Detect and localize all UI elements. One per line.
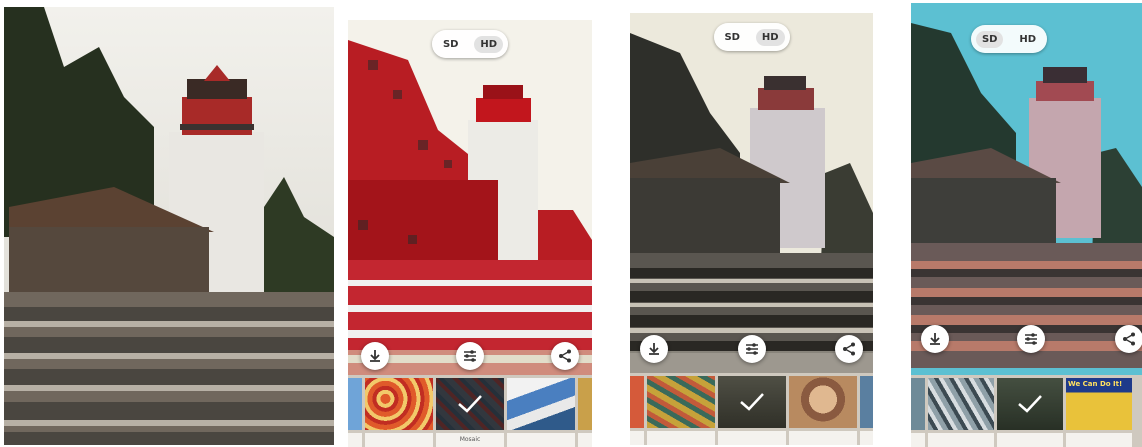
share-icon	[843, 342, 855, 356]
styled-panel-sketch: SD HD	[630, 13, 873, 445]
style-thumbnail-strip[interactable]: We Can Do It!	[911, 375, 1142, 447]
share-button[interactable]	[1115, 325, 1142, 353]
style-thumb[interactable]	[578, 378, 592, 447]
hd-option[interactable]: HD	[1013, 31, 1042, 48]
style-thumbnail-strip[interactable]: Mosaic	[348, 375, 592, 447]
hd-option[interactable]: HD	[755, 28, 785, 46]
quality-toggle[interactable]: SD HD	[971, 25, 1047, 53]
style-thumb-selected[interactable]	[718, 376, 786, 445]
download-icon	[930, 333, 940, 345]
original-photo-panel	[4, 7, 334, 445]
checkmark-icon	[997, 378, 1063, 430]
share-icon	[559, 349, 571, 363]
style-thumb-selected[interactable]: Mosaic	[436, 378, 504, 447]
share-button[interactable]	[835, 335, 863, 363]
quality-toggle[interactable]: SD HD	[432, 30, 508, 58]
download-button[interactable]	[640, 335, 668, 363]
style-thumb[interactable]	[928, 378, 994, 447]
style-thumb[interactable]	[507, 378, 575, 447]
download-icon	[370, 350, 380, 362]
checkmark-icon	[436, 378, 504, 430]
style-thumbnail-strip[interactable]	[630, 373, 873, 445]
styled-panel-cyan: SD HD We Can Do It!	[911, 3, 1142, 447]
sd-option[interactable]: SD	[718, 29, 746, 46]
hd-option[interactable]: HD	[474, 35, 504, 53]
style-thumb[interactable]	[348, 378, 362, 447]
style-thumb[interactable]	[789, 376, 857, 445]
styled-panel-mosaic: SD HD Mosaic	[348, 20, 592, 447]
style-thumb[interactable]	[365, 378, 433, 447]
sd-option[interactable]: SD	[975, 30, 1004, 48]
style-thumb[interactable]: We Can Do It!	[1066, 378, 1132, 447]
sliders-icon	[464, 350, 476, 362]
style-thumb[interactable]	[630, 376, 644, 445]
sliders-icon	[746, 343, 758, 355]
style-thumb-selected[interactable]	[997, 378, 1063, 447]
style-thumb[interactable]	[647, 376, 715, 445]
we-can-do-it-caption: We Can Do It!	[1068, 380, 1123, 388]
style-thumb[interactable]	[911, 378, 925, 447]
sd-option[interactable]: SD	[437, 36, 465, 53]
checkmark-icon	[718, 376, 786, 428]
share-button[interactable]	[551, 342, 579, 370]
download-button[interactable]	[921, 325, 949, 353]
adjust-button[interactable]	[456, 342, 484, 370]
adjust-button[interactable]	[738, 335, 766, 363]
download-icon	[649, 343, 659, 355]
download-button[interactable]	[361, 342, 389, 370]
style-thumb[interactable]	[860, 376, 873, 445]
adjust-button[interactable]	[1017, 325, 1045, 353]
sliders-icon	[1025, 333, 1037, 345]
quality-toggle[interactable]: SD HD	[713, 23, 790, 51]
lighthouse-photo	[4, 7, 334, 445]
share-icon	[1123, 332, 1135, 346]
